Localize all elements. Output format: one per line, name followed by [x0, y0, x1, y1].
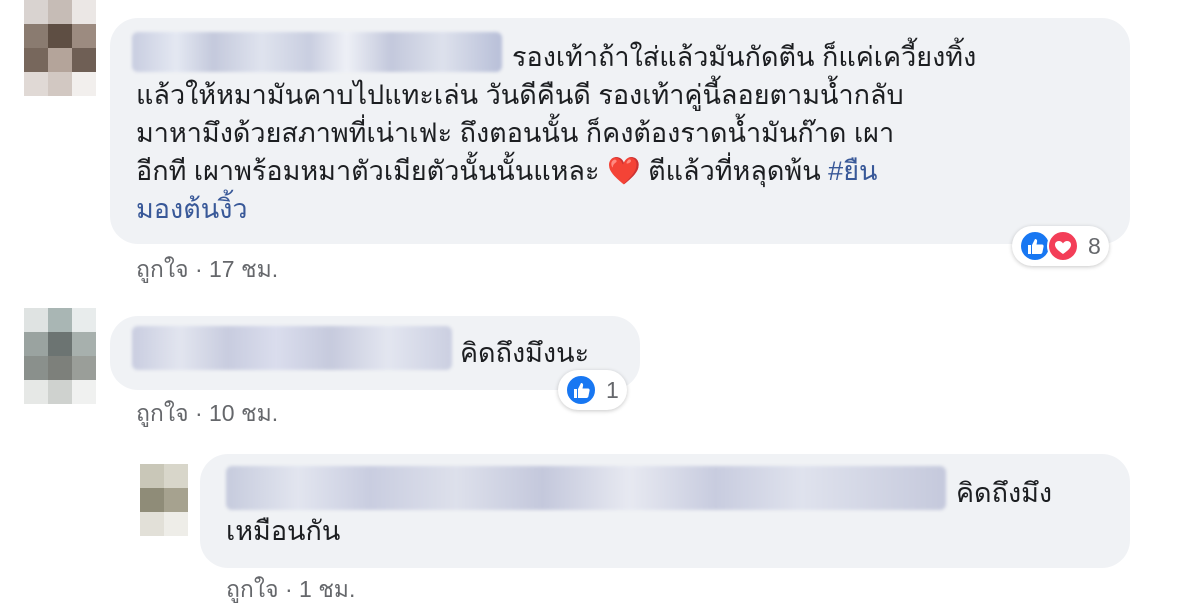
avatar[interactable]: [140, 464, 188, 536]
love-icon: [1047, 230, 1079, 262]
meta-separator: ·: [284, 576, 293, 602]
comment-timestamp[interactable]: 17 ชม.: [209, 256, 278, 282]
heart-emoji: ❤️: [606, 156, 641, 186]
avatar[interactable]: [24, 0, 96, 96]
like-link[interactable]: ถูกใจ: [136, 400, 189, 426]
comment-text: รองเท้าถ้าใส่แล้วมันกัดตีน ก็แค่เควี้ยงท…: [512, 42, 977, 72]
reaction-count: 1: [606, 376, 619, 403]
comment-text-continued: แล้วให้หมามันคาบไปแทะเล่น วันดีคืนดี รอง…: [136, 80, 904, 224]
like-link[interactable]: ถูกใจ: [136, 256, 189, 282]
reaction-count: 8: [1088, 232, 1101, 259]
reply-text: คิดถึงมึง: [956, 478, 1053, 508]
like-link[interactable]: ถูกใจ: [226, 576, 279, 602]
comment-meta: ถูกใจ · 1 ชม.: [226, 574, 355, 604]
comment-timestamp[interactable]: 1 ชม.: [299, 576, 355, 602]
commenter-name-redacted[interactable]: [226, 466, 946, 510]
comment-text: คิดถึงมึงนะ: [460, 338, 590, 368]
like-icon: [565, 374, 597, 406]
comment-meta: ถูกใจ · 10 ชม.: [136, 398, 278, 428]
comment-meta: ถูกใจ · 17 ชม.: [136, 254, 278, 284]
comment-timestamp[interactable]: 10 ชม.: [209, 400, 278, 426]
meta-separator: ·: [194, 256, 203, 282]
reply-text-continued: เหมือนกัน: [226, 516, 341, 546]
commenter-name-redacted[interactable]: [132, 326, 452, 370]
reaction-summary[interactable]: 8: [1012, 226, 1109, 266]
avatar[interactable]: [24, 308, 96, 404]
reaction-summary[interactable]: 1: [558, 370, 627, 410]
meta-separator: ·: [194, 400, 203, 426]
commenter-name-redacted[interactable]: [132, 32, 502, 72]
